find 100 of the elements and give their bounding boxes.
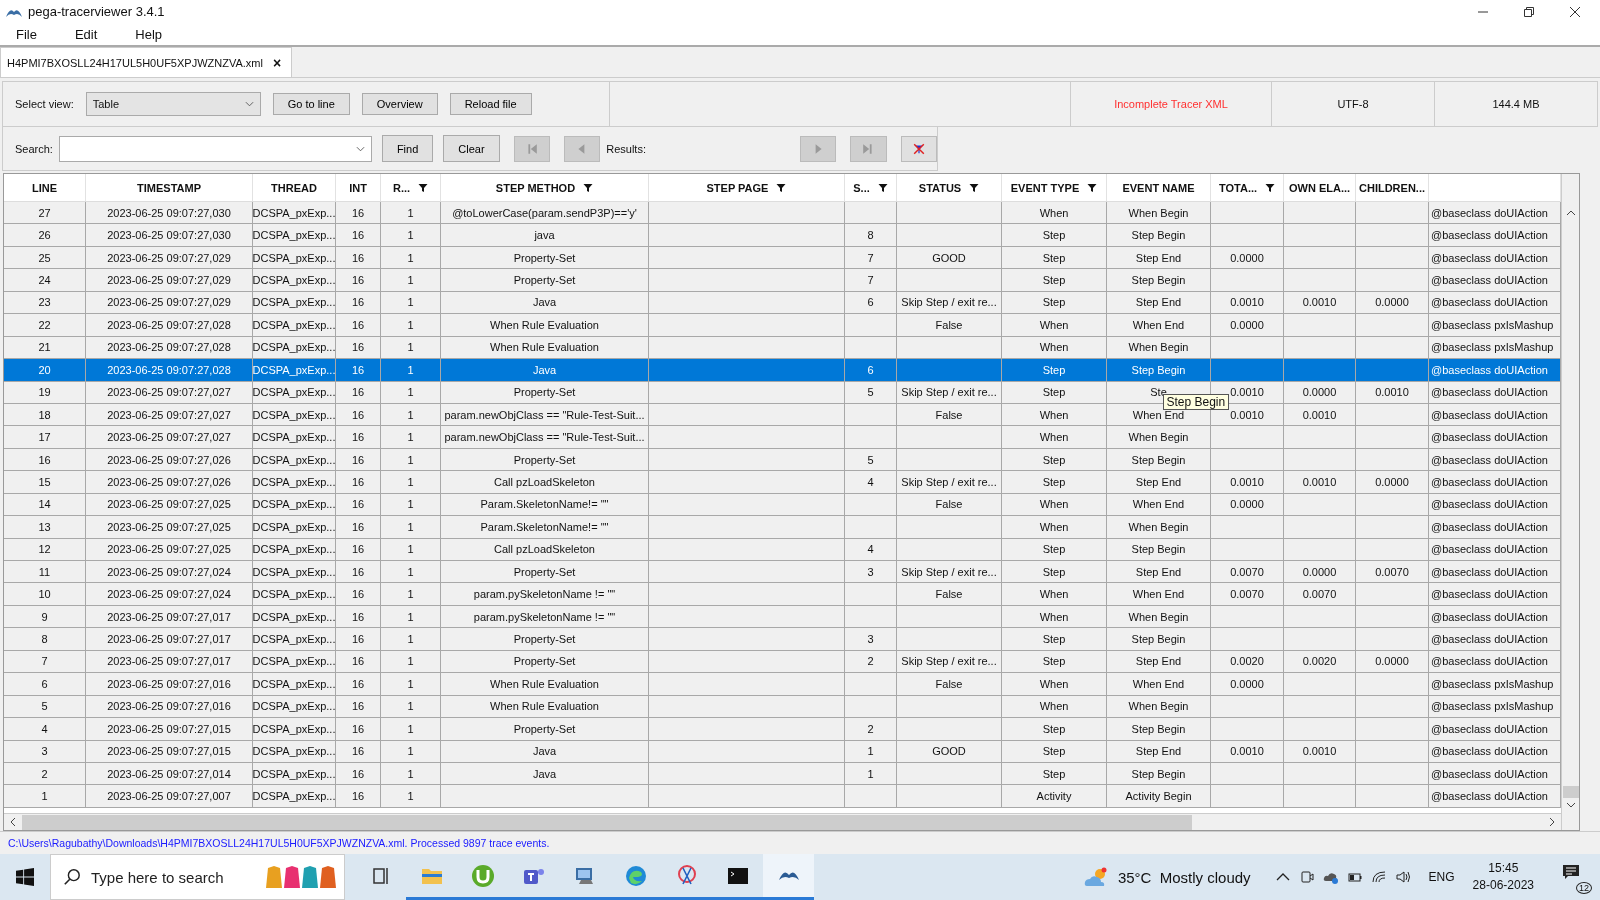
volume-icon[interactable] xyxy=(1394,869,1411,885)
column-header[interactable]: STEP PAGE xyxy=(649,174,845,201)
table-cell: When xyxy=(1039,431,1069,444)
table-row[interactable]: 21 2023-06-25 09:07:27,028 DCSPA_pxExp... 16 1 When Rule Evaluation When When Begin @baseclass pxIsMashup xyxy=(4,336,1561,360)
menu-item[interactable]: Edit xyxy=(74,26,98,42)
column-header[interactable]: THREAD xyxy=(253,174,336,201)
table-cell: DCSPA_pxExp... xyxy=(252,431,336,444)
scroll-thumb[interactable] xyxy=(22,814,1192,830)
table-cell: 1 xyxy=(407,431,414,444)
filter-icon[interactable] xyxy=(877,182,888,193)
column-header[interactable]: S... xyxy=(845,174,897,201)
menu-item[interactable]: File xyxy=(16,26,37,42)
table-row[interactable]: 27 2023-06-25 09:07:27,030 DCSPA_pxExp... 16 1 @toLowerCase(param.sendP3P)=='y' When When Begin @baseclass doUIAction xyxy=(4,202,1561,225)
table-row[interactable]: 3 2023-06-25 09:07:27,015 DCSPA_pxExp... 16 1 Java 1 GOOD Step Step End 0.0010 0.0010 @baseclass doUIAction xyxy=(4,740,1561,763)
table-row[interactable]: 15 2023-06-25 09:07:27,026 DCSPA_pxExp... 16 1 Call pzLoadSkeleton 4 Skip Step / exit re... Step Step End 0.0010 0.0010 0.0000 @baseclass doUIAction xyxy=(4,471,1561,494)
table-cell-text: @baseclass doUIAction xyxy=(1430,767,1548,780)
table-cell: DCSPA_pxExp... xyxy=(252,610,336,623)
column-header[interactable]: STEP METHOD xyxy=(441,174,649,201)
table-cell: DCSPA_pxExp... xyxy=(252,251,336,264)
scroll-thumb[interactable] xyxy=(1562,786,1579,798)
toolbar-button[interactable]: Go to line xyxy=(272,93,350,115)
close-icon[interactable] xyxy=(1570,6,1580,17)
table-cell: 2023-06-25 09:07:27,017 xyxy=(107,610,231,623)
filter-icon[interactable] xyxy=(418,182,429,193)
filter-icon[interactable] xyxy=(969,182,980,193)
table-row[interactable]: 1 2023-06-25 09:07:27,007 DCSPA_pxExp... 16 1 Activity Activity Begin @baseclass doUIAction xyxy=(4,785,1561,808)
wifi-icon[interactable] xyxy=(1370,869,1387,885)
vertical-scrollbar[interactable] xyxy=(1561,174,1579,830)
scroll-left-icon[interactable] xyxy=(10,817,16,827)
table-cell: DCSPA_pxExp... xyxy=(252,700,336,713)
table-row[interactable]: 23 2023-06-25 09:07:27,029 DCSPA_pxExp... 16 1 Java 6 Skip Step / exit re... Step Step End 0.0010 0.0010 0.0000 @baseclass doUIAction xyxy=(4,291,1561,315)
table-cell: When xyxy=(1039,498,1069,511)
column-header[interactable]: OWN ELA... xyxy=(1284,174,1356,201)
column-header[interactable]: TOTA... xyxy=(1211,174,1284,201)
table-cell: False xyxy=(935,498,963,511)
scroll-right-icon[interactable] xyxy=(1549,817,1555,827)
clock[interactable]: 15:45 28-06-2023 xyxy=(1472,860,1534,894)
table-row[interactable]: 2 2023-06-25 09:07:27,014 DCSPA_pxExp... 16 1 Java 1 Step Step Begin @baseclass doUIAction xyxy=(4,762,1561,786)
table-row[interactable]: 8 2023-06-25 09:07:27,017 DCSPA_pxExp... 16 1 Property-Set 3 Step Step Begin @baseclass doUIAction xyxy=(4,628,1561,651)
table-row[interactable]: 17 2023-06-25 09:07:27,027 DCSPA_pxExp... 16 1 param.newObjClass == "Rule-Test-Suit... When When Begin @baseclass doUIAction xyxy=(4,426,1561,449)
table-row[interactable]: 12 2023-06-25 09:07:27,025 DCSPA_pxExp... 16 1 Call pzLoadSkeleton 4 Step Step Begin @baseclass doUIAction xyxy=(4,538,1561,561)
toolbar-button[interactable]: Overview xyxy=(361,93,438,115)
table-cell: DCSPA_pxExp... xyxy=(252,543,336,556)
taskbar-search-field[interactable]: Type here to search xyxy=(50,854,345,900)
table-row[interactable]: 25 2023-06-25 09:07:27,029 DCSPA_pxExp... 16 1 Property-Set 7 GOOD Step Step End 0.0000 @baseclass doUIAction xyxy=(4,246,1561,270)
filter-icon[interactable] xyxy=(583,182,594,193)
table-cell: 15 xyxy=(38,475,51,488)
search-button[interactable]: Find xyxy=(381,135,434,162)
weather-text[interactable]: 35°C Mostly cloudy xyxy=(1117,868,1251,886)
scroll-up-icon[interactable] xyxy=(1565,210,1576,216)
toolbar-button[interactable]: Reload file xyxy=(449,93,532,115)
table-cell: 16 xyxy=(351,386,365,399)
view-dropdown[interactable]: Table xyxy=(85,92,261,116)
table-row[interactable]: 10 2023-06-25 09:07:27,024 DCSPA_pxExp... 16 1 param.pySkeletonName != "" False When When End 0.0070 0.0070 @baseclass doUIAction xyxy=(4,583,1561,606)
table-row[interactable]: 26 2023-06-25 09:07:27,030 DCSPA_pxExp... 16 1 java 8 Step Step Begin @baseclass doUIAction xyxy=(4,224,1561,247)
filter-icon[interactable] xyxy=(776,182,787,193)
table-row[interactable]: 24 2023-06-25 09:07:27,029 DCSPA_pxExp... 16 1 Property-Set 7 Step Step Begin @baseclass doUIAction xyxy=(4,269,1561,292)
table-row[interactable]: 5 2023-06-25 09:07:27,016 DCSPA_pxExp... 16 1 When Rule Evaluation When When Begin @baseclass pxIsMashup xyxy=(4,695,1561,719)
filter-icon[interactable] xyxy=(1087,182,1098,193)
scroll-down-icon[interactable] xyxy=(1565,802,1576,808)
menu-item[interactable]: Help xyxy=(135,26,163,42)
horizontal-scrollbar[interactable] xyxy=(4,813,1561,830)
table-row[interactable]: 4 2023-06-25 09:07:27,015 DCSPA_pxExp... 16 1 Property-Set 2 Step Step Begin @baseclass doUIAction xyxy=(4,718,1561,741)
table-cell: When xyxy=(1039,700,1069,713)
column-header[interactable]: CHILDREN... xyxy=(1356,174,1429,201)
table-row[interactable]: 13 2023-06-25 09:07:27,025 DCSPA_pxExp... 16 1 Param.SkeletonName!= "" When When Begin @baseclass doUIAction xyxy=(4,516,1561,539)
start-icon[interactable] xyxy=(16,868,34,886)
column-header[interactable]: EVENT NAME xyxy=(1107,174,1211,201)
column-header[interactable]: R... xyxy=(381,174,441,201)
table-cell: Property-Set xyxy=(513,655,576,668)
column-header[interactable]: STATUS xyxy=(897,174,1002,201)
meet-icon[interactable] xyxy=(1298,869,1315,885)
table-row[interactable]: 22 2023-06-25 09:07:27,028 DCSPA_pxExp... 16 1 When Rule Evaluation False When When End 0.0000 @baseclass pxIsMashup xyxy=(4,314,1561,337)
table-cell: 2023-06-25 09:07:27,007 xyxy=(107,790,231,803)
table-cell: Step Begin xyxy=(1131,229,1186,242)
table-row[interactable]: 7 2023-06-25 09:07:27,017 DCSPA_pxExp... 16 1 Property-Set 2 Skip Step / exit re... Step Step End 0.0020 0.0020 0.0000 @baseclass doUIAction xyxy=(4,650,1561,674)
table-row[interactable]: 14 2023-06-25 09:07:27,025 DCSPA_pxExp... 16 1 Param.SkeletonName!= "" False When When End 0.0000 @baseclass doUIAction xyxy=(4,493,1561,517)
search-field[interactable] xyxy=(58,135,372,162)
table-cell: 1 xyxy=(407,453,414,466)
table-row[interactable]: 20 2023-06-25 09:07:27,028 DCSPA_pxExp... 16 1 Java 6 Step Step Begin @baseclass doUIAction xyxy=(4,359,1561,382)
column-header[interactable]: LINE xyxy=(4,174,86,201)
caret-icon[interactable] xyxy=(355,145,365,152)
restore-icon[interactable] xyxy=(1524,6,1534,17)
table-cell: 0.0010 xyxy=(1230,296,1264,309)
search-button[interactable]: Clear xyxy=(443,135,500,162)
column-header[interactable]: EVENT TYPE xyxy=(1002,174,1107,201)
notification-icon[interactable] xyxy=(1562,864,1580,880)
column-header[interactable]: TIMESTAMP xyxy=(86,174,253,201)
table-cell: Step xyxy=(1042,475,1066,488)
filter-icon[interactable] xyxy=(1265,182,1276,193)
column-header[interactable]: INT xyxy=(336,174,381,201)
table-row[interactable]: 16 2023-06-25 09:07:27,026 DCSPA_pxExp... 16 1 Property-Set 5 Step Step Begin @baseclass doUIAction xyxy=(4,448,1561,472)
tracer-app-icon[interactable] xyxy=(763,854,814,900)
table-cell: Property-Set xyxy=(513,722,576,735)
table-row[interactable]: 11 2023-06-25 09:07:27,024 DCSPA_pxExp... 16 1 Property-Set 3 Skip Step / exit re... Step Step End 0.0070 0.0000 0.0070 @baseclass doUIAction xyxy=(4,561,1561,584)
file-tab[interactable]: H4PMI7BXOSLL24H17UL5H0UF5XPJWZNZVA.xml × xyxy=(0,47,293,77)
table-row[interactable]: 6 2023-06-25 09:07:27,016 DCSPA_pxExp... 16 1 When Rule Evaluation False When When End 0.0000 @baseclass pxIsMashup xyxy=(4,673,1561,696)
clear-filter-button[interactable] xyxy=(900,135,937,162)
table-row[interactable]: 9 2023-06-25 09:07:27,017 DCSPA_pxExp... 16 1 param.pySkeletonName != "" When When Begin @baseclass doUIAction xyxy=(4,605,1561,629)
language-indicator[interactable]: ENG xyxy=(1428,870,1455,884)
